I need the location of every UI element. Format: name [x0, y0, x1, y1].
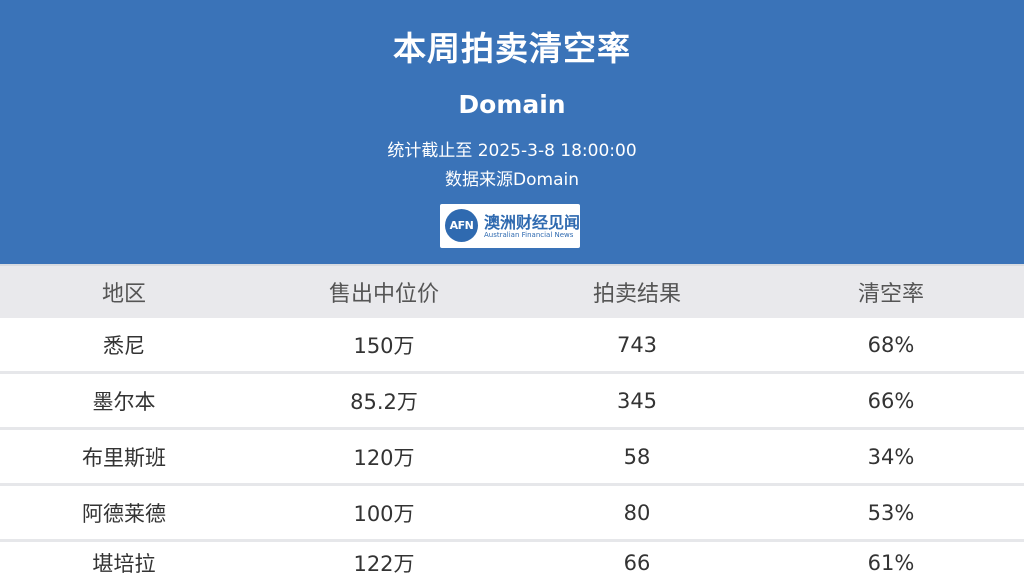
cell-median-price: 100万 [353, 501, 415, 526]
cell-clearance-rate: 68% [867, 332, 915, 357]
cell-clearance-rate: 61% [867, 551, 915, 575]
afn-logo-mark: AFN [445, 209, 478, 242]
cell-region: 堪培拉 [92, 552, 156, 576]
column-header-median-price: 售出中位价 [328, 282, 439, 307]
cell-clearance-rate: 66% [867, 388, 915, 413]
afn-logo-name-en: Australian Financial News [484, 231, 574, 239]
cell-clearance-rate: 34% [867, 444, 915, 469]
cell-auction-results: 345 [616, 388, 658, 413]
cell-median-price: 120万 [353, 445, 415, 470]
cell-median-price: 150万 [353, 333, 415, 358]
page-title: 本周拍卖清空率 [393, 29, 631, 68]
afn-logo-name-cn: 澳洲财经见闻 [484, 213, 581, 232]
cell-auction-results: 58 [623, 444, 651, 469]
cell-auction-results: 66 [623, 551, 651, 575]
table-row: 悉尼 150万 743 68% [0, 318, 1024, 371]
table-row: 墨尔本 85.2万 345 66% [0, 374, 1024, 427]
cell-auction-results: 743 [616, 332, 658, 357]
table-row: 阿德莱德 100万 80 53% [0, 486, 1024, 539]
afn-logo: AFN 澳洲财经见闻 Australian Financial News [440, 204, 580, 248]
cell-median-price: 85.2万 [350, 389, 418, 414]
cell-region: 墨尔本 [92, 389, 156, 414]
cell-auction-results: 80 [623, 500, 651, 525]
page-subtitle: Domain [458, 90, 566, 119]
cell-region: 悉尼 [103, 333, 145, 358]
cell-region: 布里斯班 [82, 445, 166, 470]
table-row: 堪培拉 122万 66 61% [0, 542, 1024, 584]
auction-clearance-page: 本周拍卖清空率 Domain 统计截止至 2025-3-8 18:00:00 数… [0, 0, 1024, 584]
column-header-region: 地区 [101, 282, 146, 307]
cell-region: 阿德莱德 [82, 501, 166, 526]
cell-median-price: 122万 [353, 552, 415, 576]
column-header-clearance-rate: 清空率 [857, 282, 924, 307]
table-header: 地区 售出中位价 拍卖结果 清空率 [0, 266, 1024, 318]
header-banner: 本周拍卖清空率 Domain 统计截止至 2025-3-8 18:00:00 数… [0, 0, 1024, 264]
cell-clearance-rate: 53% [867, 500, 915, 525]
stat-time: 统计截止至 2025-3-8 18:00:00 [387, 141, 637, 161]
data-source: 数据来源Domain [445, 170, 579, 190]
column-header-auction-results: 拍卖结果 [592, 282, 681, 307]
table-row: 布里斯班 120万 58 34% [0, 430, 1024, 483]
